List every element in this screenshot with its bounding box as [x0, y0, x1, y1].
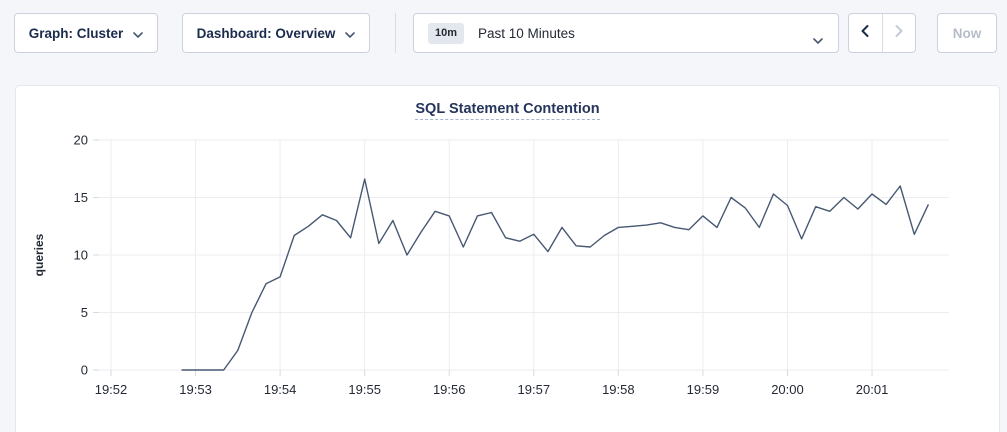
- y-axis-tick-label: 15: [74, 190, 88, 205]
- x-axis-tick-label: 19:59: [687, 382, 720, 397]
- chevron-down-icon: [813, 31, 823, 49]
- y-axis-tick-label: 10: [74, 248, 88, 263]
- x-axis-tick-label: 19:55: [348, 382, 381, 397]
- chart-panel: SQL Statement Contention 0510152019:5219…: [15, 85, 1000, 432]
- contention-series-line: [182, 179, 929, 370]
- time-range-selector[interactable]: 10m Past 10 Minutes: [413, 13, 839, 53]
- y-axis-tick-label: 20: [74, 133, 88, 148]
- time-window-badge: 10m: [428, 23, 464, 44]
- toolbar-divider: [395, 13, 396, 53]
- dashboard-dropdown-label: Dashboard: Overview: [197, 26, 336, 41]
- time-window-label: Past 10 Minutes: [478, 26, 575, 41]
- time-shift-back-button[interactable]: [849, 14, 883, 52]
- y-axis-tick-label: 5: [81, 305, 88, 320]
- y-axis-tick-label: 0: [81, 363, 88, 378]
- sql-statement-contention-chart[interactable]: 0 5 10 15 20 19:52 19:53 19:54 19:55 19:56 19:57 19…: [16, 116, 1001, 432]
- x-axis-tick-label: 19:53: [179, 382, 212, 397]
- graph-dropdown[interactable]: Graph: Cluster: [14, 13, 158, 53]
- graph-dropdown-label: Graph: Cluster: [29, 26, 124, 41]
- x-axis-tick-label: 20:00: [771, 382, 804, 397]
- chevron-down-icon: [133, 26, 143, 41]
- chevron-right-icon: [894, 24, 904, 43]
- now-button-label: Now: [953, 26, 982, 41]
- x-axis-tick-label: 19:58: [602, 382, 635, 397]
- chevron-down-icon: [345, 26, 355, 41]
- dashboard-dropdown[interactable]: Dashboard: Overview: [182, 13, 370, 53]
- time-shift-forward-button[interactable]: [883, 14, 916, 52]
- x-axis-tick-label: 19:54: [264, 382, 297, 397]
- x-axis-tick-label: 19:52: [95, 382, 128, 397]
- x-axis-tick-label: 20:01: [856, 382, 889, 397]
- x-axis-tick-label: 19:56: [433, 382, 466, 397]
- y-axis-title: queries: [32, 233, 46, 276]
- chevron-left-icon: [860, 24, 870, 43]
- time-shift-control: [848, 13, 916, 53]
- x-axis-tick-label: 19:57: [518, 382, 551, 397]
- now-button[interactable]: Now: [937, 13, 997, 53]
